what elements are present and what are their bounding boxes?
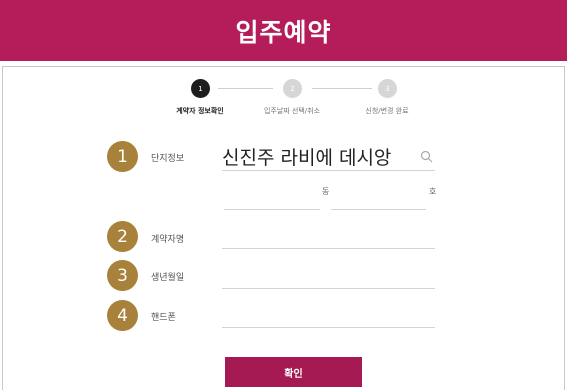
contractor-label: 계약자명 xyxy=(151,235,185,245)
step-1-indicator: 1 xyxy=(191,79,210,98)
birth-date-input[interactable] xyxy=(222,264,435,286)
complex-value[interactable]: 신진주 라비에 데시앙 xyxy=(222,143,391,170)
dong-unit-label: 동 xyxy=(322,187,330,196)
step-2-number: 2 xyxy=(290,84,295,93)
complex-underline xyxy=(222,170,435,171)
step-3-label: 신청/변경 완료 xyxy=(365,107,409,115)
complex-label: 단지정보 xyxy=(151,154,185,164)
ho-input[interactable] xyxy=(331,185,423,207)
confirm-button[interactable]: 확인 xyxy=(225,357,362,387)
phone-input[interactable] xyxy=(222,304,435,326)
field-number-badge-1: 1 xyxy=(107,141,138,172)
field-number-badge-3: 3 xyxy=(107,260,138,291)
step-2-label: 입주날짜 선택/취소 xyxy=(263,107,321,115)
step-connector-1 xyxy=(218,88,273,89)
step-1-number: 1 xyxy=(198,84,203,93)
search-icon[interactable] xyxy=(420,150,433,163)
field-number-badge-2: 2 xyxy=(107,221,138,252)
birth-label: 생년월일 xyxy=(151,273,185,283)
dong-input[interactable] xyxy=(224,185,316,207)
step-1-label: 계약자 정보확인 xyxy=(176,107,224,115)
contractor-underline xyxy=(222,248,435,249)
page-header: 입주예약 xyxy=(0,0,567,61)
step-3-indicator: 3 xyxy=(378,79,397,98)
step-3-number: 3 xyxy=(385,84,390,93)
ho-unit-label: 호 xyxy=(429,187,437,196)
phone-underline xyxy=(222,327,435,328)
ho-underline xyxy=(331,209,426,210)
page-title: 입주예약 xyxy=(235,17,332,47)
birth-underline xyxy=(222,288,435,289)
phone-label: 핸드폰 xyxy=(151,313,176,323)
field-number-badge-4: 4 xyxy=(107,300,138,331)
step-2-indicator: 2 xyxy=(283,79,302,98)
contractor-name-input[interactable] xyxy=(222,225,435,247)
step-connector-2 xyxy=(312,88,372,89)
dong-underline xyxy=(224,209,320,210)
